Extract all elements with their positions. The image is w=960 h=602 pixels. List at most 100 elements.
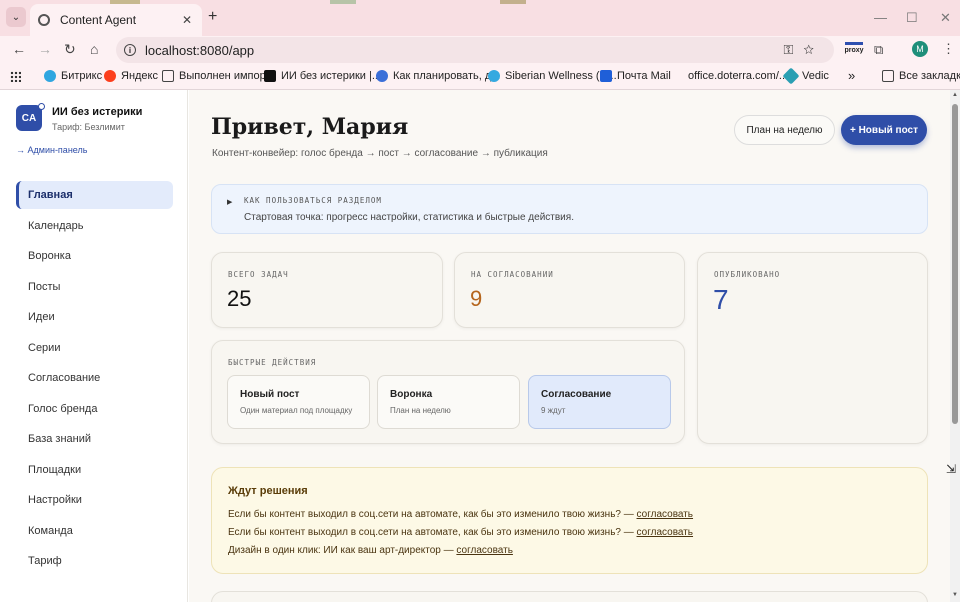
bookmark-item[interactable]: ИИ без истерики |... — [264, 70, 381, 82]
bookmark-label: Vedic — [802, 70, 829, 82]
quick-action-title: Воронка — [390, 389, 433, 400]
bookmark-label: Как планировать, д... — [393, 70, 501, 82]
stat-label: ВСЕГО ЗАДАЧ — [228, 270, 289, 279]
sidebar-item-settings[interactable]: Настройки — [16, 486, 173, 514]
bookmark-item[interactable]: Siberian Wellness (С... — [488, 70, 617, 82]
scroll-down-icon[interactable]: ▼ — [952, 592, 958, 598]
stat-value-total: 25 — [227, 286, 252, 311]
sidebar: CA ИИ без истерики Тариф: Безлимит → Адм… — [0, 90, 188, 602]
howto-title: КАК ПОЛЬЗОВАТЬСЯ РАЗДЕЛОМ — [244, 196, 382, 205]
close-tab-icon[interactable]: ✕ — [182, 13, 192, 27]
maximize-button[interactable]: ☐ — [906, 10, 918, 26]
week-plan-button[interactable]: План на неделю — [734, 115, 835, 145]
howto-panel[interactable]: ▶ КАК ПОЛЬЗОВАТЬСЯ РАЗДЕЛОМ Стартовая то… — [211, 184, 928, 234]
bookmark-label: office.doterra.com/... — [688, 70, 789, 82]
quick-action-sub: Один материал под площадку — [240, 406, 353, 415]
quick-action-funnel[interactable]: Воронка План на неделю — [377, 375, 520, 429]
tab-search-button[interactable]: ⌄ — [6, 7, 26, 27]
stat-value-published: 7 — [713, 284, 729, 315]
apps-grid-icon[interactable] — [10, 71, 21, 82]
google-icon — [376, 70, 388, 82]
scroll-up-icon[interactable]: ▲ — [952, 92, 958, 98]
new-post-button[interactable]: + Новый пост — [841, 115, 927, 145]
browser-tab-active[interactable]: Content Agent ✕ — [30, 4, 202, 36]
password-key-icon[interactable]: ⚿ — [783, 42, 803, 57]
stat-value-review: 9 — [470, 286, 483, 311]
sidebar-item-platforms[interactable]: Площадки — [16, 456, 173, 484]
extensions-puzzle-icon[interactable]: ⧉ — [874, 42, 883, 58]
quick-action-title: Согласование — [541, 389, 612, 400]
home-icon[interactable]: ⌂ — [90, 41, 98, 57]
sidebar-item-series[interactable]: Серии — [16, 334, 173, 362]
proxy-icon — [845, 42, 863, 45]
quick-action-approval[interactable]: Согласование 9 ждут — [528, 375, 671, 429]
bookmark-star-icon[interactable]: ☆ — [803, 42, 824, 57]
bookmark-label: Все закладки — [899, 70, 960, 82]
approve-link[interactable]: согласовать — [637, 527, 694, 538]
reload-icon[interactable]: ↻ — [64, 41, 76, 58]
sidebar-item-knowledge-base[interactable]: База знаний — [16, 425, 173, 453]
sidebar-item-posts[interactable]: Посты — [16, 273, 173, 301]
quick-actions-card: БЫСТРЫЕ ДЕЙСТВИЯ Новый пост Один материа… — [211, 340, 685, 444]
window-close-button[interactable]: ✕ — [940, 10, 951, 26]
sidebar-item-home[interactable]: Главная — [16, 181, 173, 209]
more-bookmarks-button[interactable]: » — [848, 68, 855, 83]
approve-link[interactable]: согласовать — [637, 509, 694, 520]
new-tab-button[interactable]: + — [208, 8, 217, 26]
sidebar-item-team[interactable]: Команда — [16, 517, 173, 545]
browser-menu-icon[interactable]: ⋮ — [942, 41, 955, 57]
pending-text: Дизайн в один клик: ИИ как ваш арт-дирек… — [228, 545, 457, 556]
bookmarks-bar: Битрикс Яндекс Выполнен импорт ИИ без ис… — [0, 64, 960, 90]
yandex-icon — [104, 70, 116, 82]
sidebar-item-tariff[interactable]: Тариф — [16, 547, 173, 575]
folder-icon — [162, 70, 174, 82]
sidebar-item-brand-voice[interactable]: Голос бренда — [16, 395, 173, 423]
profile-avatar[interactable]: M — [912, 41, 928, 57]
minimize-button[interactable]: — — [874, 10, 887, 25]
expand-triangle-icon[interactable]: ▶ — [227, 198, 232, 206]
snowflake-icon — [488, 70, 500, 82]
globe-icon — [38, 14, 50, 26]
sidebar-item-ideas[interactable]: Идеи — [16, 303, 173, 331]
stat-card-total: ВСЕГО ЗАДАЧ 25 — [211, 252, 443, 328]
quick-action-new-post[interactable]: Новый пост Один материал под площадку — [227, 375, 370, 429]
mail-icon — [600, 70, 612, 82]
bookmark-item[interactable]: Яндекс — [104, 70, 158, 82]
bookmark-item[interactable]: Vedic — [782, 67, 829, 85]
proxy-extension-button[interactable]: proxy — [843, 40, 865, 54]
page-scrollbar[interactable]: ▲ ▼ — [950, 90, 960, 602]
quick-action-title: Новый пост — [240, 389, 300, 400]
forward-arrow-icon[interactable]: → — [38, 41, 52, 57]
pending-text: Если бы контент выходил в соц.сети на ав… — [228, 509, 637, 520]
site-info-icon[interactable]: i — [124, 44, 136, 56]
sidebar-item-calendar[interactable]: Календарь — [16, 212, 173, 240]
all-bookmarks-button[interactable]: Все закладки — [882, 70, 960, 82]
bookmark-item[interactable]: Почта Mail — [600, 70, 671, 82]
proxy-label: proxy — [844, 47, 864, 54]
scrollbar-thumb[interactable] — [952, 104, 958, 424]
bookmark-item[interactable]: office.doterra.com/... — [688, 70, 788, 82]
folder-icon — [882, 70, 894, 82]
sidebar-item-approval[interactable]: Согласование — [16, 364, 173, 392]
back-arrow-icon[interactable]: ← — [12, 41, 26, 57]
pending-text: Если бы контент выходил в соц.сети на ав… — [228, 527, 637, 538]
stat-label: ОПУБЛИКОВАНО — [714, 270, 781, 279]
bitrix-icon — [44, 70, 56, 82]
howto-text: Стартовая точка: прогресс настройки, ста… — [244, 212, 574, 223]
org-plan: Тариф: Безлимит — [52, 122, 125, 132]
quick-actions-label: БЫСТРЫЕ ДЕЙСТВИЯ — [228, 358, 317, 367]
bookmark-label: ИИ без истерики |... — [281, 70, 381, 82]
approve-link[interactable]: согласовать — [456, 545, 513, 556]
sidebar-nav: Главная Календарь Воронка Посты Идеи Сер… — [16, 181, 173, 578]
sidebar-item-funnel[interactable]: Воронка — [16, 242, 173, 270]
browser-toolbar: ← → ↻ ⌂ i localhost:8080/app ⚿☆ proxy ⧉ … — [0, 36, 960, 64]
pending-decisions-card: Ждут решения Если бы контент выходил в с… — [211, 467, 928, 574]
bookmark-label: Яндекс — [121, 70, 158, 82]
tab-title: Content Agent — [60, 13, 137, 27]
bookmark-item[interactable]: Выполнен импорт — [162, 70, 271, 82]
address-bar[interactable]: i localhost:8080/app ⚿☆ — [116, 37, 834, 63]
bookmark-item[interactable]: Битрикс — [44, 70, 102, 82]
bookmark-item[interactable]: Как планировать, д... — [376, 70, 500, 82]
admin-panel-link[interactable]: → Админ-панель — [16, 145, 87, 155]
taskbar-strip — [330, 0, 356, 4]
